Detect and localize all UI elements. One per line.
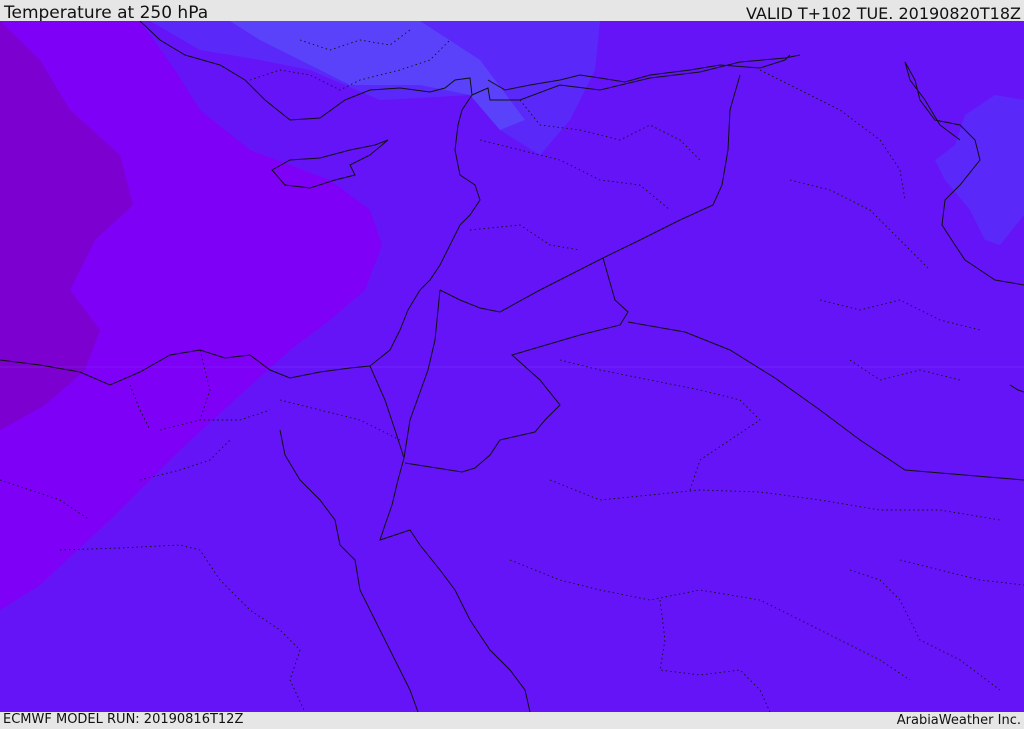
header-bar: Temperature at 250 hPa VALID T+102 TUE. … (0, 0, 1024, 23)
map-title: Temperature at 250 hPa (4, 3, 209, 23)
model-run-label: ECMWF MODEL RUN: 20190816T12Z (3, 712, 244, 727)
footer-bar: ECMWF MODEL RUN: 20190816T12Z ArabiaWeat… (0, 712, 1024, 729)
map-viewer: Temperature at 250 hPa VALID T+102 TUE. … (0, 0, 1024, 729)
map-canvas (0, 21, 1024, 712)
credit-label: ArabiaWeather Inc. (896, 713, 1021, 728)
temperature-map[interactable] (0, 21, 1024, 712)
